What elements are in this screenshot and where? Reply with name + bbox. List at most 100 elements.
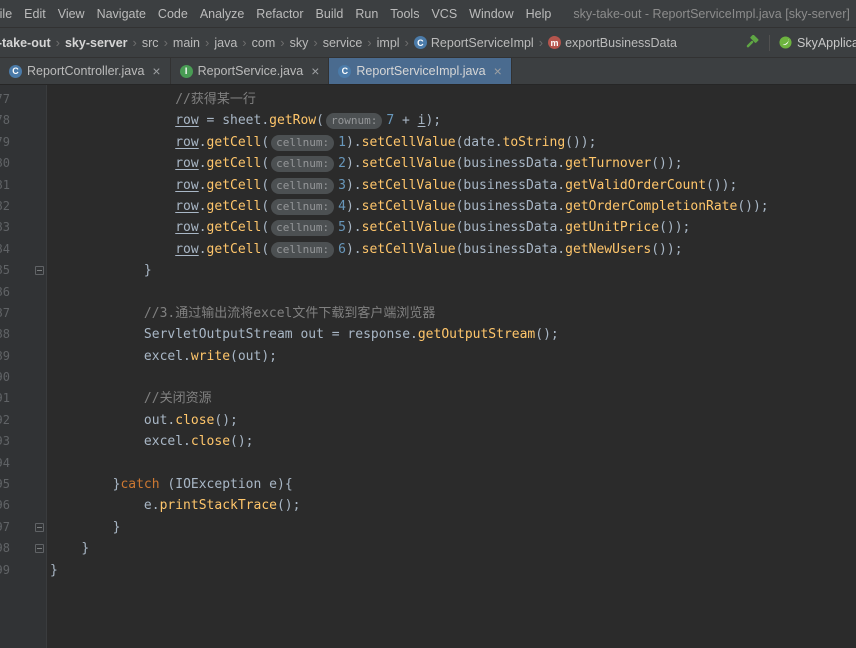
- breadcrumb-item-sky-server[interactable]: sky-server: [64, 36, 129, 50]
- code-text: }: [47, 538, 89, 559]
- breadcrumb-item-ReportServiceImpl[interactable]: C ReportServiceImpl: [413, 36, 535, 50]
- tab-label: ReportController.java: [27, 64, 145, 78]
- navigation-bar: sky-take-out›sky-server›src›main›java›co…: [0, 27, 856, 57]
- code-token: getCell: [206, 241, 262, 257]
- menu-file[interactable]: File: [0, 0, 18, 27]
- breadcrumb-item-service[interactable]: service: [322, 36, 364, 50]
- code-token: out.: [143, 412, 176, 428]
- code-token: row: [175, 198, 199, 214]
- chevron-right-icon: ›: [538, 35, 544, 50]
- code-token: ).: [345, 241, 362, 257]
- menu-refactor[interactable]: Refactor: [250, 0, 309, 27]
- code-token: setCellValue: [361, 220, 456, 236]
- code-text: //关闭资源: [47, 388, 212, 409]
- code-line: 87 //3.通过输出流将excel文件下载到客户端浏览器: [0, 303, 856, 324]
- code-line: 91 //关闭资源: [0, 388, 856, 409]
- code-line: 97 }: [0, 517, 856, 538]
- code-token: getCell: [206, 156, 262, 172]
- menu-help[interactable]: Help: [520, 0, 558, 27]
- spring-boot-icon: [779, 36, 792, 49]
- fold-marker-icon[interactable]: [35, 544, 44, 554]
- breadcrumb-label: exportBusinessData: [565, 35, 677, 50]
- parameter-hint: cellnum:: [271, 177, 335, 194]
- window-title: sky-take-out - ReportServiceImpl.java [s…: [573, 6, 850, 21]
- run-configuration-selector[interactable]: SkyApplication: [779, 36, 856, 50]
- breadcrumb-label: ReportServiceImpl: [430, 35, 534, 50]
- close-icon[interactable]: ×: [311, 64, 319, 78]
- code-text: }: [47, 517, 121, 538]
- code-token: //3.通过输出流将excel文件下载到客户端浏览器: [143, 305, 436, 321]
- code-text: }catch (IOException e){: [47, 474, 293, 495]
- close-icon[interactable]: ×: [152, 64, 160, 78]
- code-line: 94: [0, 453, 856, 474]
- fold-column: [10, 89, 47, 110]
- code-line: 90: [0, 367, 856, 388]
- code-editor[interactable]: 77 //获得某一行78 row = sheet.getRow(rownum:7…: [0, 85, 856, 648]
- code-token: );: [425, 113, 442, 129]
- code-text: row = sheet.getRow(rownum: 7 + i);: [47, 110, 441, 131]
- tab-ReportController.java[interactable]: C ReportController.java ×: [0, 58, 171, 84]
- line-number: 96: [0, 498, 10, 513]
- code-token: (businessData.: [455, 198, 566, 214]
- menu-code[interactable]: Code: [152, 0, 194, 27]
- menu-edit[interactable]: Edit: [18, 0, 52, 27]
- menu-window[interactable]: Window: [463, 0, 519, 27]
- breadcrumb-item-java[interactable]: java: [213, 36, 238, 50]
- code-text: e.printStackTrace();: [47, 495, 301, 516]
- code-token: ());: [651, 156, 683, 172]
- menu-vcs[interactable]: VCS: [425, 0, 463, 27]
- code-token: getRow: [269, 113, 317, 129]
- breadcrumb-item-src[interactable]: src: [141, 36, 160, 50]
- code-token: ();: [535, 327, 559, 343]
- breadcrumb-item-impl[interactable]: impl: [376, 36, 401, 50]
- fold-column: [10, 110, 47, 131]
- menu-analyze[interactable]: Analyze: [194, 0, 250, 27]
- code-text: row.getCell(cellnum: 6).setCellValue(busi…: [47, 239, 683, 260]
- tab-ReportServiceImpl.java[interactable]: C ReportServiceImpl.java ×: [329, 58, 512, 84]
- fold-column: [10, 560, 47, 581]
- fold-column: [10, 538, 47, 559]
- breadcrumb-item-exportBusinessData[interactable]: m exportBusinessData: [547, 36, 678, 50]
- breadcrumb-item-sky[interactable]: sky: [289, 36, 310, 50]
- code-token: getCell: [206, 220, 262, 236]
- menu-run[interactable]: Run: [349, 0, 384, 27]
- breadcrumb-item-main[interactable]: main: [172, 36, 201, 50]
- code-token: (businessData.: [455, 241, 566, 257]
- breadcrumb-item-sky-take-out[interactable]: sky-take-out: [0, 36, 52, 50]
- parameter-hint: cellnum:: [271, 220, 335, 237]
- code-token: getOrderCompletionRate: [565, 198, 738, 214]
- menu-build[interactable]: Build: [310, 0, 350, 27]
- fold-column: [10, 410, 47, 431]
- code-token: ();: [230, 434, 254, 450]
- code-line: 86: [0, 282, 856, 303]
- menu-navigate[interactable]: Navigate: [91, 0, 152, 27]
- code-token: getOutputStream: [417, 327, 536, 343]
- close-icon[interactable]: ×: [494, 64, 502, 78]
- line-number: 99: [0, 562, 10, 577]
- fold-marker-icon[interactable]: [35, 266, 44, 276]
- build-hammer-icon[interactable]: [745, 35, 760, 50]
- tab-label: ReportServiceImpl.java: [356, 64, 486, 78]
- parameter-hint: cellnum:: [271, 134, 335, 151]
- code-token: .: [198, 198, 207, 214]
- code-token: .: [198, 177, 207, 193]
- line-number: 78: [0, 113, 10, 128]
- line-number: 93: [0, 434, 10, 449]
- tab-ReportService.java[interactable]: I ReportService.java ×: [171, 58, 330, 84]
- chevron-right-icon: ›: [132, 35, 137, 50]
- breadcrumb-item-com[interactable]: com: [251, 36, 277, 50]
- menu-view[interactable]: View: [52, 0, 91, 27]
- code-token: (businessData.: [455, 156, 566, 172]
- menubar-items: FileEditViewNavigateCodeAnalyzeRefactorB…: [0, 0, 557, 27]
- code-token: (out);: [230, 348, 277, 364]
- code-token: ).: [345, 134, 362, 150]
- menu-tools[interactable]: Tools: [384, 0, 425, 27]
- fold-marker-icon[interactable]: [35, 523, 44, 532]
- code-line: 81 row.getCell(cellnum:3).setCellValue(b…: [0, 175, 856, 196]
- code-token: excel.: [143, 434, 191, 450]
- code-line: 89 excel.write(out);: [0, 346, 856, 367]
